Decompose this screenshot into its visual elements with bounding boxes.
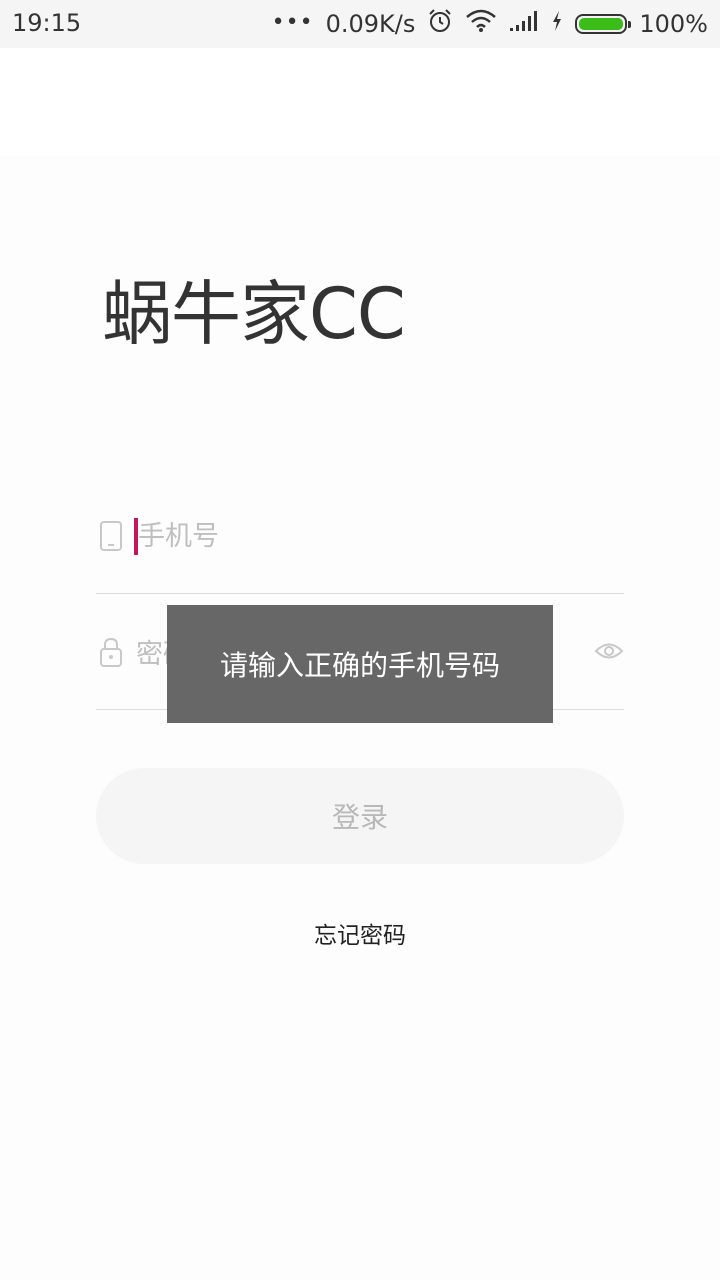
status-time: 19:15 — [12, 9, 82, 37]
battery-icon — [575, 14, 632, 34]
battery-fill — [579, 18, 624, 30]
battery-percent: 100% — [639, 10, 708, 38]
more-dots-icon: ••• — [271, 9, 314, 35]
signal-icon — [509, 10, 539, 38]
phone-icon — [98, 520, 124, 556]
header-band — [0, 48, 720, 156]
status-icons: ••• 0.09K/s 100% — [272, 9, 708, 39]
forgot-password-link[interactable]: 忘记密码 — [0, 916, 720, 950]
phone-field[interactable] — [96, 500, 624, 594]
status-bar: 19:15 ••• 0.09K/s 100% — [0, 0, 720, 48]
phone-input[interactable] — [138, 516, 558, 556]
lock-icon — [98, 636, 124, 672]
network-speed: 0.09K/s — [325, 10, 416, 38]
login-button[interactable]: 登录 — [96, 768, 624, 864]
toast-message: 请输入正确的手机号码 — [167, 605, 553, 723]
app-title: 蜗牛家CC — [102, 273, 406, 355]
alarm-icon — [427, 8, 453, 40]
wifi-icon — [465, 9, 497, 39]
charging-icon — [551, 10, 563, 38]
show-password-icon[interactable] — [594, 640, 624, 666]
